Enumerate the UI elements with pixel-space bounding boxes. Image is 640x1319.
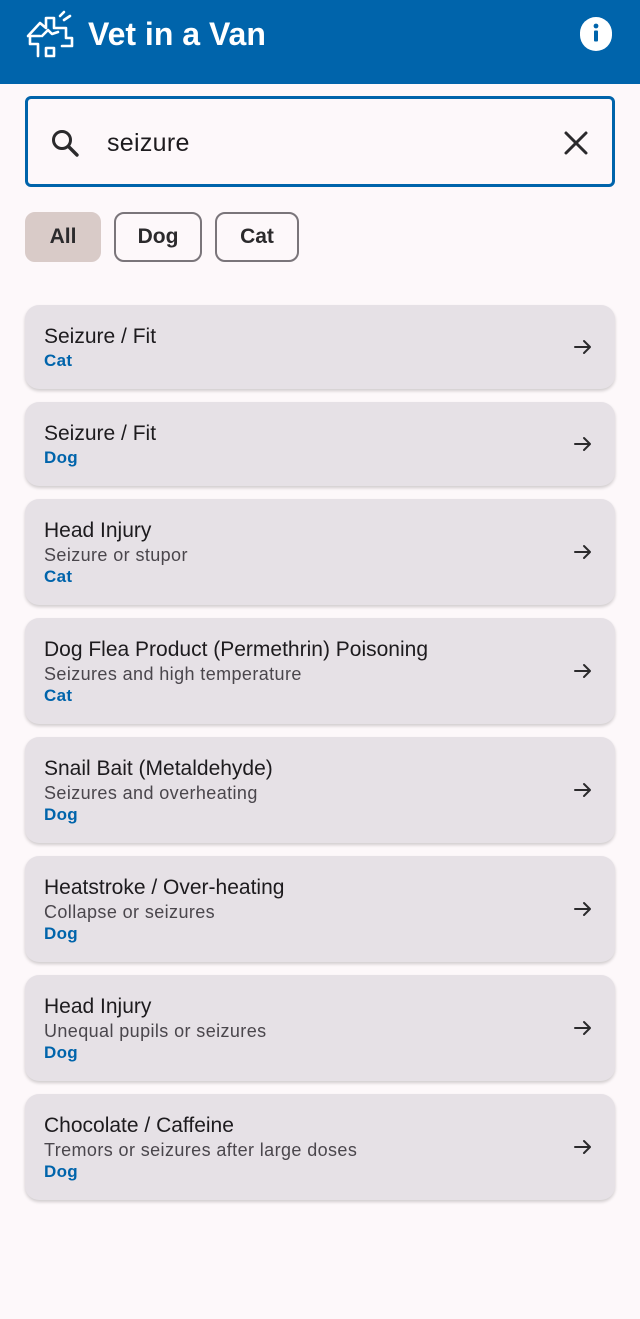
- result-subtitle: Seizure or stupor: [44, 545, 188, 565]
- species-label: Dog: [44, 1162, 78, 1181]
- close-icon[interactable]: [560, 127, 592, 159]
- vet-van-logo-icon: [24, 10, 76, 60]
- species-label: Cat: [44, 686, 73, 705]
- arrow-right-icon: [571, 540, 595, 564]
- result-subtitle: Seizures and overheating: [44, 783, 258, 803]
- filter-chip-dog[interactable]: Dog: [114, 212, 202, 262]
- search-field[interactable]: [25, 96, 615, 187]
- result-card[interactable]: Snail Bait (Metaldehyde) Seizures and ov…: [25, 737, 615, 843]
- species-label: Dog: [44, 448, 78, 467]
- arrow-right-icon: [571, 1016, 595, 1040]
- result-card[interactable]: Heatstroke / Over-heating Collapse or se…: [25, 856, 615, 962]
- result-card[interactable]: Dog Flea Product (Permethrin) Poisoning …: [25, 618, 615, 724]
- app-bar: Vet in a Van: [0, 0, 640, 84]
- result-title: Seizure / Fit: [44, 422, 157, 445]
- arrow-right-icon: [571, 778, 595, 802]
- result-subtitle: Collapse or seizures: [44, 902, 216, 922]
- species-filter-chips: All Dog Cat: [25, 212, 299, 262]
- result-card[interactable]: Seizure / Fit Dog: [25, 402, 615, 486]
- result-title: Snail Bait (Metaldehyde): [44, 757, 273, 780]
- filter-chip-cat[interactable]: Cat: [215, 212, 299, 262]
- results-list: Seizure / Fit Cat Seizure / Fit Dog Head…: [25, 305, 615, 1213]
- species-label: Dog: [44, 924, 78, 943]
- result-card[interactable]: Head Injury Seizure or stupor Cat: [25, 499, 615, 605]
- arrow-right-icon: [571, 335, 595, 359]
- result-subtitle: Unequal pupils or seizures: [44, 1021, 267, 1041]
- filter-chip-all[interactable]: All: [25, 212, 101, 262]
- result-title: Chocolate / Caffeine: [44, 1114, 234, 1137]
- info-button[interactable]: [580, 16, 612, 54]
- result-card[interactable]: Head Injury Unequal pupils or seizures D…: [25, 975, 615, 1081]
- species-label: Cat: [44, 351, 73, 370]
- arrow-right-icon: [571, 432, 595, 456]
- result-subtitle: Seizures and high temperature: [44, 664, 302, 684]
- arrow-right-icon: [571, 897, 595, 921]
- app-title: Vet in a Van: [88, 16, 266, 52]
- result-title: Dog Flea Product (Permethrin) Poisoning: [44, 638, 429, 661]
- arrow-right-icon: [571, 659, 595, 683]
- result-subtitle: Tremors or seizures after large doses: [44, 1140, 358, 1160]
- species-label: Dog: [44, 1043, 78, 1062]
- result-title: Head Injury: [44, 995, 152, 1018]
- result-card[interactable]: Chocolate / Caffeine Tremors or seizures…: [25, 1094, 615, 1200]
- info-icon: [580, 16, 612, 54]
- search-input[interactable]: [107, 123, 527, 163]
- result-title: Head Injury: [44, 519, 152, 542]
- species-label: Cat: [44, 567, 73, 586]
- arrow-right-icon: [571, 1135, 595, 1159]
- result-title: Heatstroke / Over-heating: [44, 876, 285, 899]
- species-label: Dog: [44, 805, 78, 824]
- search-icon: [49, 127, 81, 159]
- result-title: Seizure / Fit: [44, 325, 157, 348]
- result-card[interactable]: Seizure / Fit Cat: [25, 305, 615, 389]
